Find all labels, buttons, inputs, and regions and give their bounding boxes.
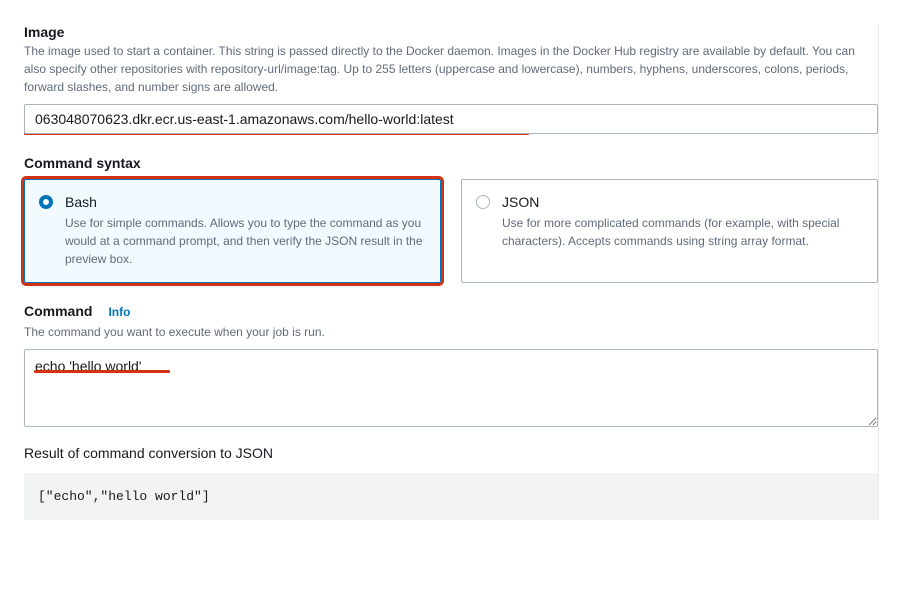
radio-icon	[39, 195, 53, 209]
command-description: The command you want to execute when you…	[24, 323, 878, 341]
radio-title: JSON	[502, 194, 863, 210]
radio-card-bash[interactable]: Bash Use for simple commands. Allows you…	[24, 179, 441, 283]
image-field-section: Image The image used to start a containe…	[24, 24, 878, 135]
result-code: ["echo","hello world"]	[24, 473, 878, 520]
radio-card-json[interactable]: JSON Use for more complicated commands (…	[461, 179, 878, 283]
result-label: Result of command conversion to JSON	[24, 445, 878, 461]
command-syntax-label: Command syntax	[24, 155, 878, 171]
radio-title: Bash	[65, 194, 426, 210]
command-syntax-section: Command syntax Bash Use for simple comma…	[24, 155, 878, 283]
radio-description: Use for simple commands. Allows you to t…	[65, 214, 426, 268]
info-link[interactable]: Info	[108, 305, 130, 319]
image-input[interactable]	[24, 104, 878, 134]
image-description: The image used to start a container. Thi…	[24, 42, 878, 96]
radio-description: Use for more complicated commands (for e…	[502, 214, 863, 250]
annotation-underline	[34, 370, 170, 373]
command-label: Command	[24, 303, 92, 319]
command-textarea[interactable]	[24, 349, 878, 427]
result-section: Result of command conversion to JSON ["e…	[24, 445, 878, 520]
command-section: Command Info The command you want to exe…	[24, 303, 878, 435]
image-label: Image	[24, 24, 878, 40]
command-syntax-radio-group: Bash Use for simple commands. Allows you…	[24, 179, 878, 283]
radio-icon	[476, 195, 490, 209]
